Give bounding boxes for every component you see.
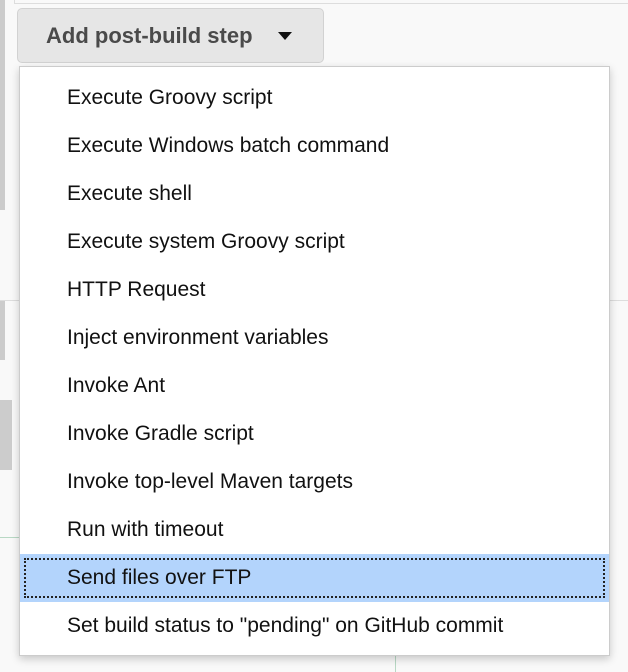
menu-item-invoke-ant[interactable]: Invoke Ant (20, 362, 609, 410)
post-build-step-menu: Execute Groovy script Execute Windows ba… (19, 66, 610, 656)
background-panel-border (14, 0, 628, 4)
add-post-build-step-button[interactable]: Add post-build step (17, 8, 324, 63)
menu-item-set-build-status-pending[interactable]: Set build status to "pending" on GitHub … (20, 602, 609, 650)
button-label: Add post-build step (46, 22, 253, 48)
background-section-bar (0, 400, 12, 470)
menu-item-invoke-maven[interactable]: Invoke top-level Maven targets (20, 458, 609, 506)
menu-item-execute-groovy-script[interactable]: Execute Groovy script (20, 74, 609, 122)
menu-item-run-with-timeout[interactable]: Run with timeout (20, 506, 609, 554)
background-section-bar (0, 0, 5, 210)
menu-item-execute-windows-batch[interactable]: Execute Windows batch command (20, 122, 609, 170)
menu-item-http-request[interactable]: HTTP Request (20, 266, 609, 314)
menu-item-invoke-gradle[interactable]: Invoke Gradle script (20, 410, 609, 458)
caret-down-icon (277, 31, 292, 40)
menu-item-execute-system-groovy[interactable]: Execute system Groovy script (20, 218, 609, 266)
background-section-bar (0, 300, 5, 360)
menu-item-inject-env-vars[interactable]: Inject environment variables (20, 314, 609, 362)
menu-item-execute-shell[interactable]: Execute shell (20, 170, 609, 218)
background-divider (0, 537, 20, 538)
menu-item-send-files-ftp[interactable]: Send files over FTP (20, 554, 609, 602)
